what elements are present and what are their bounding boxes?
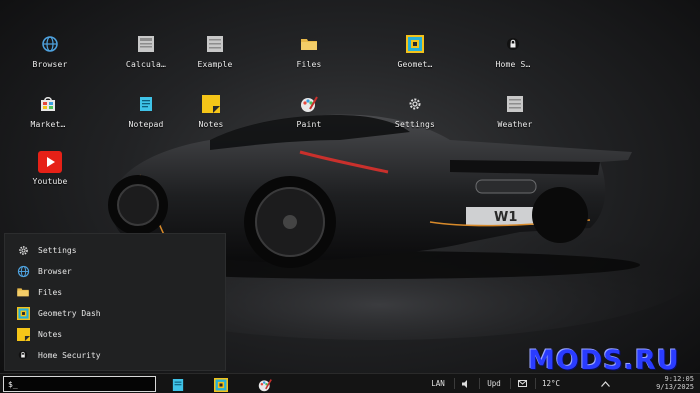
notes-icon: [16, 327, 30, 341]
taskbar-app-geometry-dash[interactable]: [214, 377, 228, 392]
menu-item-notes[interactable]: Notes: [5, 324, 227, 344]
desktop-icon-label: Youtube: [32, 177, 68, 186]
desktop-icon-label: Calcula…: [125, 60, 167, 69]
desktop-icon-paint[interactable]: Paint: [277, 94, 341, 142]
desktop-icon-geometry-dash[interactable]: Geomet…: [383, 34, 447, 82]
watermark: MODS.RU: [528, 345, 680, 376]
desktop-icon-weather[interactable]: Weather: [483, 94, 547, 142]
gear-icon: [16, 243, 30, 257]
desktop-icon-market[interactable]: Market…: [16, 94, 80, 142]
paint-icon: [299, 94, 319, 114]
speaker-icon: [461, 379, 467, 388]
geometry-dash-icon: [16, 306, 30, 320]
menu-item-browser[interactable]: Browser: [5, 261, 227, 281]
weather-readout[interactable]: 12°C: [538, 377, 564, 390]
menu-item-label: Home Security: [38, 350, 101, 360]
folder-icon: [16, 285, 30, 299]
gear-icon: [405, 94, 425, 114]
menu-item-geometry-dash[interactable]: Geometry Dash: [5, 303, 227, 323]
desktop-icon-label: Geomet…: [397, 60, 433, 69]
desktop-icon-label: Weather: [497, 120, 533, 129]
desktop-icon-label: Notes: [198, 120, 224, 129]
menu-item-label: Files: [38, 287, 63, 297]
chevron-up-icon: [600, 380, 610, 387]
market-icon: [38, 94, 58, 114]
geometry-dash-icon: [405, 34, 425, 54]
taskbar: $_ LAN Upd 12°C 9:12:05 9/13/2025: [0, 373, 700, 393]
desktop-icon-label: Home S…: [495, 60, 531, 69]
taskbar-app-paint[interactable]: [258, 377, 272, 392]
weather-icon: [505, 94, 525, 114]
mail-icon: [517, 380, 527, 387]
desktop-icon-youtube[interactable]: Youtube: [18, 150, 82, 198]
notes-icon: [201, 94, 221, 114]
clock-time: 9:12:05: [664, 375, 694, 383]
desktop-icon-label: Browser: [32, 60, 68, 69]
start-menu: Settings Browser Files Geometry Dash Not…: [4, 233, 226, 371]
desktop-icon-home-security[interactable]: Home S…: [481, 34, 545, 82]
notepad-icon: [172, 379, 184, 391]
tray-divider: [510, 378, 511, 389]
desktop-icon-label: Notepad: [128, 120, 164, 129]
tray-expand-button[interactable]: [598, 377, 612, 390]
desktop-icon-settings[interactable]: Settings: [383, 94, 447, 142]
menu-item-label: Geometry Dash: [38, 308, 101, 318]
svg-text:W1: W1: [494, 210, 517, 225]
geometry-dash-icon: [214, 378, 228, 392]
desktop-icon-files[interactable]: Files: [277, 34, 341, 82]
desktop-icon-label: Files: [296, 60, 322, 69]
tray-divider: [535, 378, 536, 389]
globe-icon: [16, 264, 30, 278]
globe-icon: [40, 34, 60, 54]
desktop-icon-label: Market…: [30, 120, 66, 129]
clock[interactable]: 9:12:05 9/13/2025: [656, 375, 694, 391]
update-button[interactable]: Upd: [482, 377, 506, 390]
desktop-icon-label: Example: [197, 60, 233, 69]
menu-item-label: Browser: [38, 266, 72, 276]
youtube-icon: [38, 150, 62, 174]
calculator-icon: [136, 34, 156, 54]
menu-item-files[interactable]: Files: [5, 282, 227, 302]
folder-icon: [299, 34, 319, 54]
tray-divider: [479, 378, 480, 389]
mail-button[interactable]: [513, 377, 531, 390]
menu-item-label: Notes: [38, 329, 63, 339]
menu-item-home-security[interactable]: Home Security: [5, 345, 227, 365]
menu-item-label: Settings: [38, 245, 77, 255]
command-input[interactable]: $_: [3, 376, 156, 392]
taskbar-app-notepad[interactable]: [172, 377, 186, 391]
desktop-icon-label: Settings: [394, 120, 436, 129]
desktop-icon-calculator[interactable]: Calcula…: [114, 34, 178, 82]
desktop-icon-example[interactable]: Example: [183, 34, 247, 82]
desktop-icon-label: Paint: [296, 120, 322, 129]
notepad-icon: [136, 94, 156, 114]
desktop-icon-notes[interactable]: Notes: [179, 94, 243, 142]
network-button[interactable]: LAN: [426, 377, 450, 390]
tray-divider: [454, 378, 455, 389]
volume-button[interactable]: [457, 377, 475, 390]
home-security-icon: [503, 34, 523, 54]
desktop-icon-browser[interactable]: Browser: [18, 34, 82, 82]
paint-icon: [258, 379, 272, 392]
desktop-icon-notepad[interactable]: Notepad: [114, 94, 178, 142]
menu-item-settings[interactable]: Settings: [5, 240, 227, 260]
window-icon: [205, 34, 225, 54]
home-security-icon: [16, 348, 30, 362]
clock-date: 9/13/2025: [656, 383, 694, 391]
